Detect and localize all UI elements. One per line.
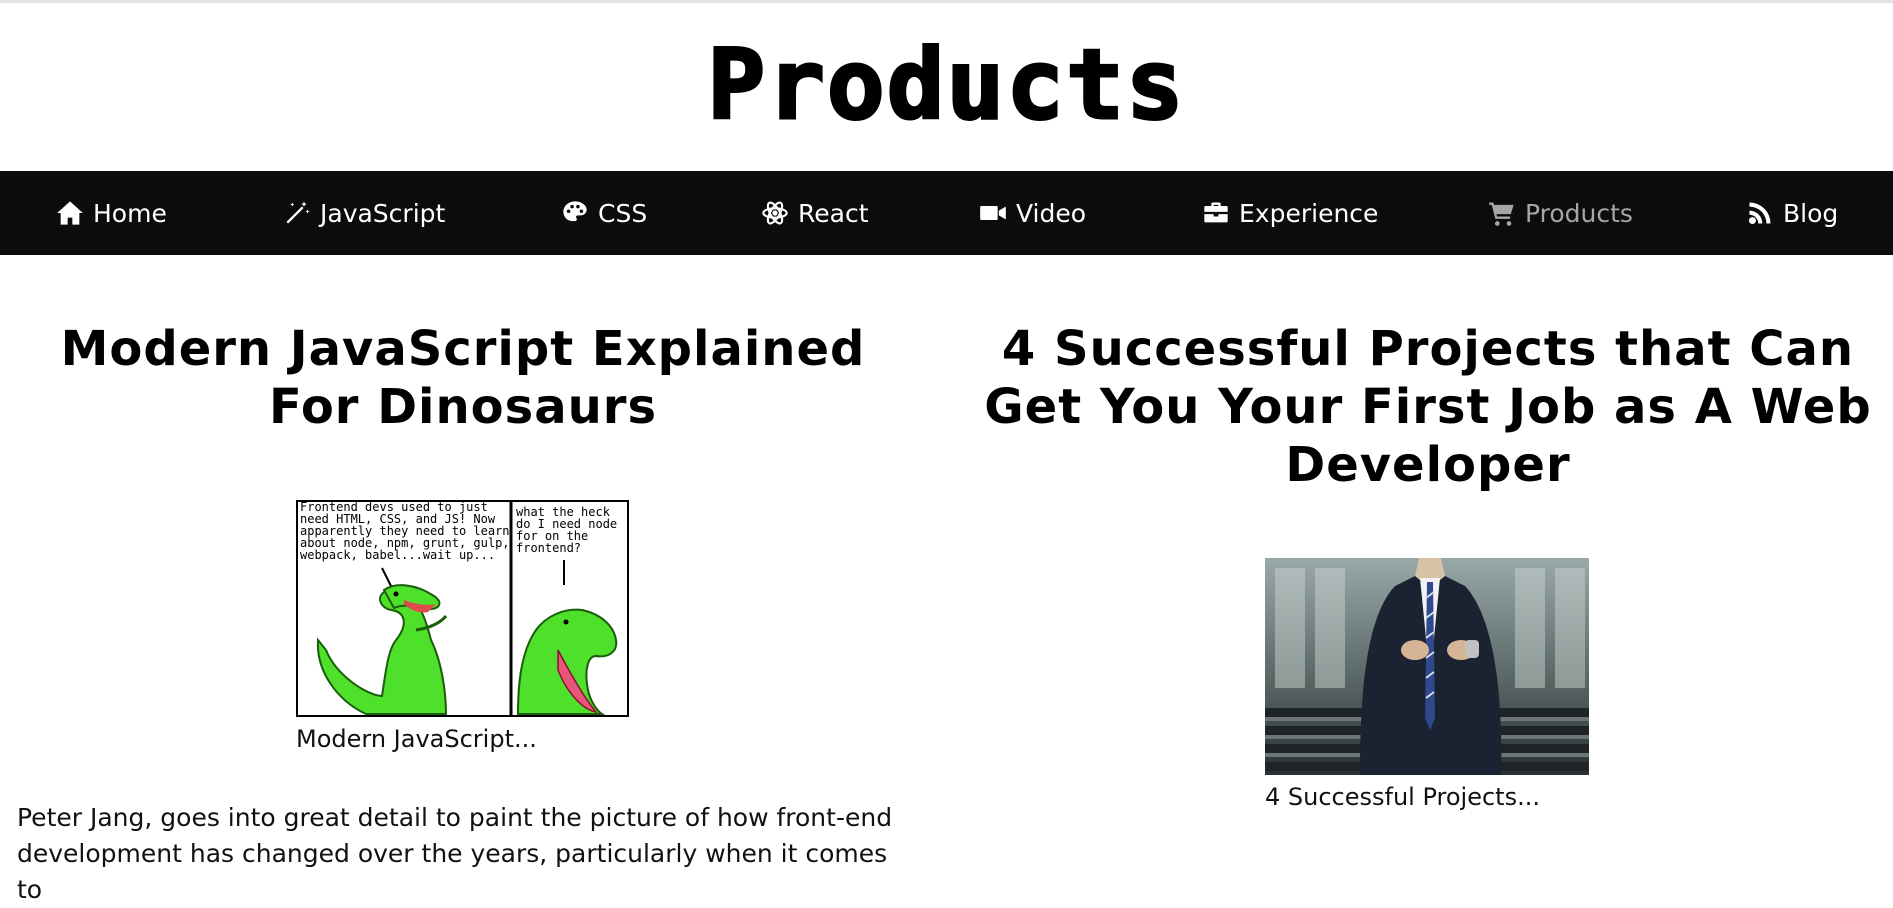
nav-item-css[interactable]: CSS [561, 171, 647, 255]
rss-feed-icon [1746, 199, 1774, 227]
post-caption[interactable]: Modern JavaScript... [296, 725, 629, 753]
nav-item-blog[interactable]: Blog [1746, 171, 1838, 255]
nav-item-label: Home [93, 198, 167, 228]
post-excerpt: Peter Jang, goes into great detail to pa… [17, 803, 893, 904]
nav-item-javascript[interactable]: JavaScript [283, 171, 445, 255]
nav-item-home[interactable]: Home [56, 171, 167, 255]
nav-item-label: Blog [1783, 198, 1839, 228]
nav-item-experience[interactable]: Experience [1202, 171, 1378, 255]
nav-item-label: CSS [598, 198, 648, 228]
dinosaur-comic-image[interactable]: Frontend devs used to just need HTML, CS… [296, 500, 629, 717]
post-caption[interactable]: 4 Successful Projects... [1265, 783, 1589, 811]
nav-item-products[interactable]: Products [1488, 171, 1633, 255]
magic-wand-icon [283, 199, 311, 227]
shopping-cart-icon [1488, 199, 1516, 227]
man-in-suit-photo[interactable] [1265, 558, 1589, 775]
post-card-modern-javascript: Modern JavaScript Explained For Dinosaur… [13, 320, 913, 436]
nav-item-label: Experience [1239, 198, 1379, 228]
post-figure: Frontend devs used to just need HTML, CS… [296, 500, 629, 753]
post-title[interactable]: Modern JavaScript Explained For Dinosaur… [13, 320, 913, 436]
briefcase-icon [1202, 199, 1230, 227]
top-rule [0, 0, 1893, 3]
nav-item-label: JavaScript [320, 198, 446, 228]
nav-item-react[interactable]: React [761, 171, 869, 255]
nav-item-label: Video [1016, 198, 1087, 228]
palette-icon [561, 199, 589, 227]
site-header: Products [0, 29, 1893, 142]
comic-left-speech: Frontend devs used to just need HTML, CS… [300, 501, 510, 562]
post-title[interactable]: 4 Successful Projects that Can Get You Y… [978, 320, 1878, 494]
page-title: Products [706, 29, 1186, 142]
post-figure: 4 Successful Projects... [1265, 558, 1589, 811]
nav-item-video[interactable]: Video [979, 171, 1086, 255]
nav-item-label: React [798, 198, 869, 228]
nav-item-label: Products [1525, 198, 1633, 228]
post-card-successful-projects: 4 Successful Projects that Can Get You Y… [978, 320, 1878, 494]
home-icon [56, 199, 84, 227]
video-camera-icon [979, 199, 1007, 227]
comic-right-speech: what the heck do I need node for on the … [516, 506, 618, 555]
main-navbar: Home JavaScript CSS React Video Experien… [0, 171, 1893, 255]
atom-icon [761, 199, 789, 227]
